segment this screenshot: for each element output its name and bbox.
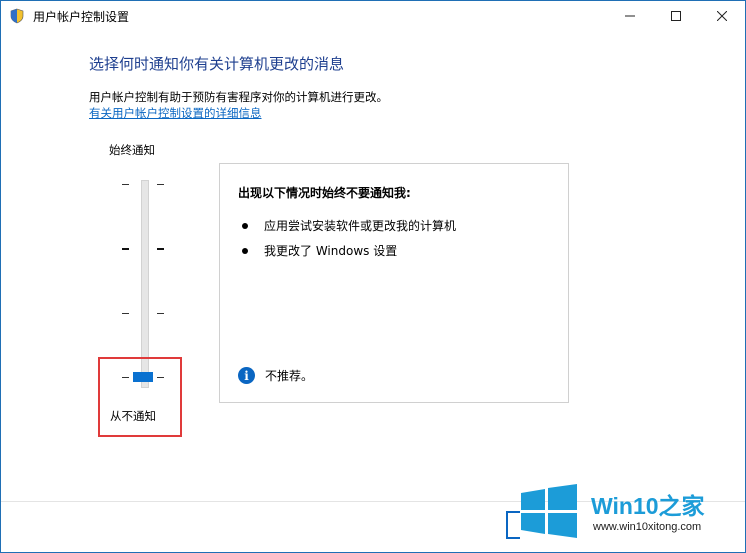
watermark: Win10之家 www.win10xitong.com <box>513 479 743 551</box>
maximize-button[interactable] <box>653 1 699 31</box>
watermark-brand: Win10之家 <box>591 493 705 519</box>
description-text: 用户帐户控制有助于预防有害程序对你的计算机进行更改。 <box>89 90 388 104</box>
slider-tick <box>122 248 129 250</box>
recommendation-note: i 不推荐。 <box>238 367 313 384</box>
minimize-button[interactable] <box>607 1 653 31</box>
page-heading: 选择何时通知你有关计算机更改的消息 <box>89 55 345 73</box>
list-item: 应用尝试安装软件或更改我的计算机 <box>242 217 456 234</box>
bullet-text: 应用尝试安装软件或更改我的计算机 <box>264 219 457 233</box>
minimize-icon <box>625 15 635 17</box>
maximize-icon <box>671 11 681 21</box>
window-title: 用户帐户控制设置 <box>33 9 130 24</box>
windows-logo-icon <box>521 484 577 538</box>
watermark-url: www.win10xitong.com <box>593 521 702 533</box>
slider-tick <box>157 313 164 314</box>
slider-tick <box>122 313 129 314</box>
list-item: 我更改了 Windows 设置 <box>242 242 397 259</box>
setting-description-panel: 出现以下情况时始终不要通知我: 应用尝试安装软件或更改我的计算机 我更改了 Wi… <box>219 163 569 403</box>
uac-shield-icon <box>10 8 24 24</box>
bullet-text: 我更改了 Windows 设置 <box>264 244 398 258</box>
uac-settings-window: 用户帐户控制设置 选择何时通知你有关计算机更改的消息 用户帐户控制有助于预防有害… <box>0 0 746 553</box>
slider-tick <box>122 184 129 185</box>
bullet-icon <box>242 247 248 254</box>
slider-tick <box>157 184 164 185</box>
highlight-annotation <box>98 357 182 437</box>
bullet-icon <box>242 222 248 229</box>
title-bar[interactable]: 用户帐户控制设置 <box>1 1 745 31</box>
uac-details-link[interactable]: 有关用户帐户控制设置的详细信息 <box>89 105 262 121</box>
panel-title: 出现以下情况时始终不要通知我: <box>238 186 411 200</box>
info-text: 不推荐。 <box>265 369 314 383</box>
slider-top-label: 始终通知 <box>109 143 155 157</box>
close-icon <box>717 11 727 21</box>
info-icon: i <box>238 367 255 384</box>
close-button[interactable] <box>699 1 745 31</box>
slider-tick <box>157 248 164 250</box>
